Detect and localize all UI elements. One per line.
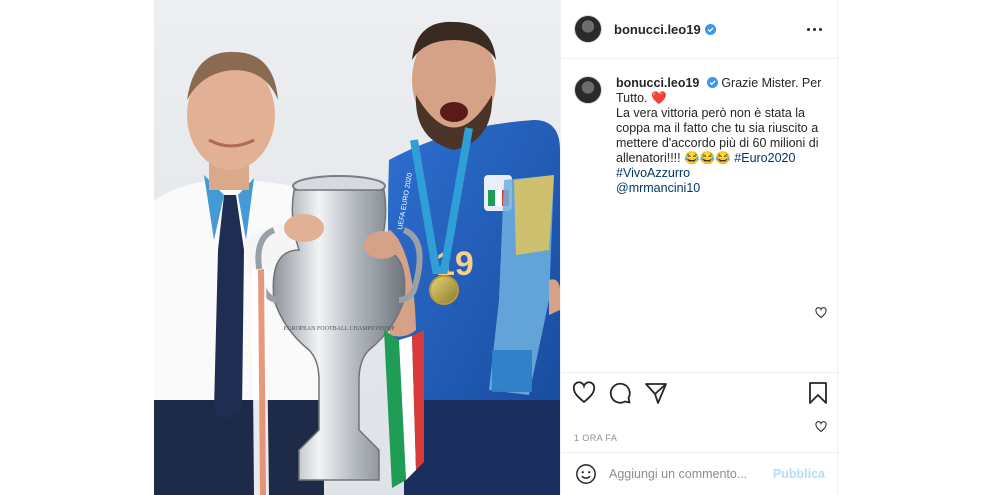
- emoji-smiley-icon[interactable]: [575, 463, 597, 485]
- publish-button[interactable]: Pubblica: [773, 467, 825, 481]
- comment-like-heart-icon[interactable]: [815, 307, 827, 319]
- like-heart-icon[interactable]: [572, 380, 596, 405]
- avatar[interactable]: [574, 15, 602, 43]
- comment-like-heart-icon[interactable]: [815, 421, 827, 433]
- mention-mrmancini10[interactable]: @mrmancini10: [616, 181, 824, 196]
- avatar[interactable]: [574, 76, 602, 104]
- comments-section: bonucci.leo19 Grazie Mister. Per Tutto. …: [561, 59, 837, 433]
- caption-text: bonucci.leo19 Grazie Mister. Per Tutto. …: [616, 76, 824, 196]
- bookmark-icon[interactable]: [808, 381, 828, 405]
- comment-input[interactable]: [609, 467, 769, 481]
- dot-icon: [807, 27, 810, 31]
- post-timestamp[interactable]: 1 ORA FA: [574, 433, 617, 443]
- post-actions-bar: [561, 372, 839, 412]
- add-comment-bar: Pubblica: [561, 452, 839, 495]
- caption-username[interactable]: bonucci.leo19: [616, 76, 699, 90]
- comment-bubble-icon[interactable]: [608, 381, 632, 405]
- more-options-button[interactable]: [805, 22, 824, 37]
- caption-body: La vera vittoria però non è stata la cop…: [616, 106, 824, 166]
- post-sidebar: bonucci.leo19 bonucci.leo19 Grazie Miste…: [560, 0, 839, 495]
- post-photo[interactable]: 19 UEFA EURO 2020 EUROPEAN FOOTBALL CHAM…: [154, 0, 560, 495]
- share-paper-plane-icon[interactable]: [644, 381, 668, 405]
- trophy-engraving: EUROPEAN FOOTBALL CHAMPIONSHIP: [283, 326, 395, 332]
- caption-comment: bonucci.leo19 Grazie Mister. Per Tutto. …: [574, 76, 824, 196]
- post-username[interactable]: bonucci.leo19: [614, 22, 701, 37]
- verified-badge-icon: [704, 23, 716, 35]
- verified-badge-icon: [706, 77, 718, 88]
- post-image: 19 UEFA EURO 2020 EUROPEAN FOOTBALL CHAM…: [154, 0, 560, 495]
- post-header: bonucci.leo19: [561, 0, 837, 59]
- dot-icon: [819, 27, 822, 31]
- hashtag-euro2020[interactable]: #Euro2020: [734, 151, 795, 165]
- hashtag-vivoazzurro[interactable]: #VivoAzzurro: [616, 166, 824, 181]
- dot-icon: [813, 27, 816, 31]
